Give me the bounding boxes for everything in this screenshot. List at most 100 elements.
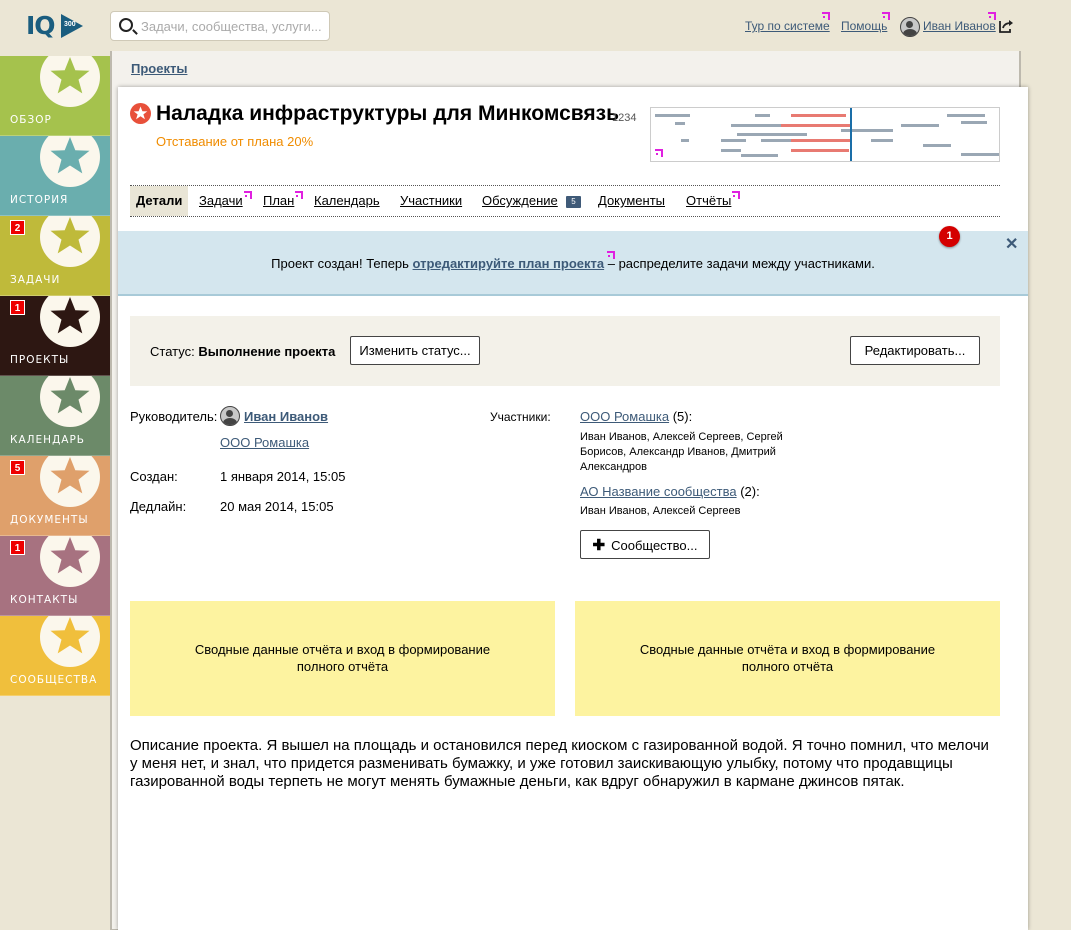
search-box[interactable]: [110, 11, 330, 41]
tab-tasks[interactable]: Задачи: [199, 186, 243, 216]
tour-link[interactable]: Тур по системе: [745, 19, 830, 33]
favorite-star-icon[interactable]: [130, 103, 151, 124]
tab-details[interactable]: Детали: [130, 186, 189, 216]
star-icon: [50, 217, 90, 254]
change-status-button[interactable]: Изменить статус...: [350, 336, 480, 365]
participant-group-2: АО Название сообщества (2):: [580, 484, 760, 499]
participant-members: Иван Иванов, Алексей Сергеев: [580, 505, 741, 517]
manager-name-link[interactable]: Иван Иванов: [244, 409, 328, 424]
sidebar-item-label: СООБЩЕСТВА: [10, 674, 98, 686]
section-circle: [40, 536, 100, 587]
section-circle: [40, 616, 100, 667]
project-description: Описание проекта. Я вышел на площадь и о…: [130, 737, 989, 790]
notification-suffix: – распределите задачи между участниками.: [604, 256, 875, 271]
hint-icon[interactable]: [822, 12, 830, 20]
report-summary-card[interactable]: Сводные данные отчёта и вход в формирова…: [130, 601, 555, 716]
report-summary-card[interactable]: Сводные данные отчёта и вход в формирова…: [575, 601, 1000, 716]
gantt-preview[interactable]: [650, 107, 1000, 162]
deadline-value: 20 мая 2014, 15:05: [220, 499, 334, 514]
logo[interactable]: IQ 300: [26, 11, 86, 40]
created-label: Создан:: [130, 469, 178, 484]
project-id: 1234: [612, 112, 637, 124]
sidebar-item-label: ОБЗОР: [10, 114, 52, 126]
created-value: 1 января 2014, 15:05: [220, 469, 346, 484]
section-circle: [40, 296, 100, 347]
tab-documents[interactable]: Документы: [598, 186, 665, 216]
participants-label: Участники:: [490, 410, 551, 424]
status-label: Статус: Выполнение проекта: [150, 344, 335, 359]
manager-label: Руководитель:: [130, 409, 218, 424]
close-icon[interactable]: ✕: [1005, 237, 1018, 253]
hint-icon[interactable]: [732, 191, 740, 199]
search-icon: [119, 18, 133, 32]
star-icon: [50, 137, 90, 174]
sidebar-item-6[interactable]: ДОКУМЕНТЫ 5: [0, 456, 110, 536]
tab-plan[interactable]: План: [263, 186, 294, 216]
add-community-button[interactable]: ✚ Сообщество...: [580, 530, 710, 559]
tab-reports[interactable]: Отчёты: [686, 186, 731, 216]
user-avatar[interactable]: [900, 17, 920, 37]
hint-icon[interactable]: [988, 12, 996, 20]
tab-discussion-label: Обсуждение: [482, 193, 558, 208]
participant-org-link[interactable]: АО Название сообщества: [580, 484, 737, 499]
sidebar-item-label: ЗАДАЧИ: [10, 274, 61, 286]
sidebar-item-4[interactable]: ПРОЕКТЫ 1: [0, 296, 110, 376]
sidebar-item-label: КАЛЕНДАРЬ: [10, 434, 85, 446]
sidebar-item-2[interactable]: ИСТОРИЯ: [0, 136, 110, 216]
star-icon: [50, 617, 90, 654]
participant-members: Иван Иванов, Алексей Сергеев, Сергей Бор…: [580, 431, 783, 473]
sidebar-item-3[interactable]: ЗАДАЧИ 2: [0, 216, 110, 296]
sidebar-item-5[interactable]: КАЛЕНДАРЬ: [0, 376, 110, 456]
star-icon: [50, 297, 90, 334]
manager-avatar[interactable]: [220, 406, 240, 426]
logout-icon[interactable]: [999, 19, 1014, 33]
discussion-count-icon: 5: [566, 196, 581, 208]
participant-group-1: ООО Ромашка (5):: [580, 409, 692, 424]
sidebar-nav: ОБЗОР ИСТОРИЯ ЗАДАЧИ 2 ПРОЕКТЫ 1 КАЛЕНДАРЬ ДОКУ…: [0, 56, 110, 696]
project-tabs: Детали Задачи План Календарь Участники О…: [130, 185, 1000, 217]
status-value: Выполнение проекта: [198, 344, 336, 359]
section-circle: [40, 456, 100, 507]
tab-calendar[interactable]: Календарь: [314, 186, 380, 216]
sidebar-item-badge: 1: [10, 540, 25, 555]
edit-project-button[interactable]: Редактировать...: [850, 336, 980, 365]
help-link[interactable]: Помощь: [841, 19, 887, 33]
participant-org-count: (2):: [736, 484, 760, 499]
sidebar-item-8[interactable]: СООБЩЕСТВА: [0, 616, 110, 696]
add-community-label: Сообщество...: [611, 537, 698, 553]
hint-icon[interactable]: [655, 149, 663, 157]
manager-org-link[interactable]: ООО Ромашка: [220, 435, 309, 450]
breadcrumb-projects[interactable]: Проекты: [131, 61, 187, 76]
star-icon: [50, 457, 90, 494]
sidebar-item-label: ИСТОРИЯ: [10, 194, 69, 206]
tab-discussion[interactable]: Обсуждение: [482, 186, 558, 216]
user-name-link[interactable]: Иван Иванов: [923, 19, 996, 33]
plus-icon: ✚: [592, 536, 606, 554]
section-circle: [40, 376, 100, 427]
status-panel: Статус: Выполнение проекта Изменить стат…: [130, 316, 1000, 386]
hint-icon[interactable]: [882, 12, 890, 20]
sidebar-item-label: ПРОЕКТЫ: [10, 354, 70, 366]
section-circle: [40, 216, 100, 267]
report-summary-text: Сводные данные отчёта и вход в формирова…: [639, 642, 936, 674]
notification-prefix: Проект создан! Теперь: [271, 256, 413, 271]
notification-text: Проект создан! Теперь отредактируйте пла…: [118, 256, 1028, 271]
section-circle: [40, 56, 100, 107]
star-icon: [50, 537, 90, 574]
sidebar-item-badge: 1: [10, 300, 25, 315]
notification-count-badge: 1: [939, 226, 960, 247]
sidebar-item-label: КОНТАКТЫ: [10, 594, 79, 606]
logo-version: 300: [64, 21, 76, 28]
participant-org-link[interactable]: ООО Ромашка: [580, 409, 669, 424]
hint-icon[interactable]: [244, 191, 252, 199]
sidebar-item-1[interactable]: ОБЗОР: [0, 56, 110, 136]
edit-plan-link[interactable]: отредактируйте план проекта: [413, 256, 605, 271]
participant-org-count: (5):: [669, 409, 693, 424]
hint-icon[interactable]: [295, 191, 303, 199]
search-input[interactable]: [141, 17, 325, 35]
notification-banner: Проект создан! Теперь отредактируйте пла…: [118, 231, 1028, 296]
hint-icon[interactable]: [607, 251, 615, 259]
sidebar-item-7[interactable]: КОНТАКТЫ 1: [0, 536, 110, 616]
tab-participants[interactable]: Участники: [400, 186, 462, 216]
logo-text: IQ: [26, 11, 56, 40]
